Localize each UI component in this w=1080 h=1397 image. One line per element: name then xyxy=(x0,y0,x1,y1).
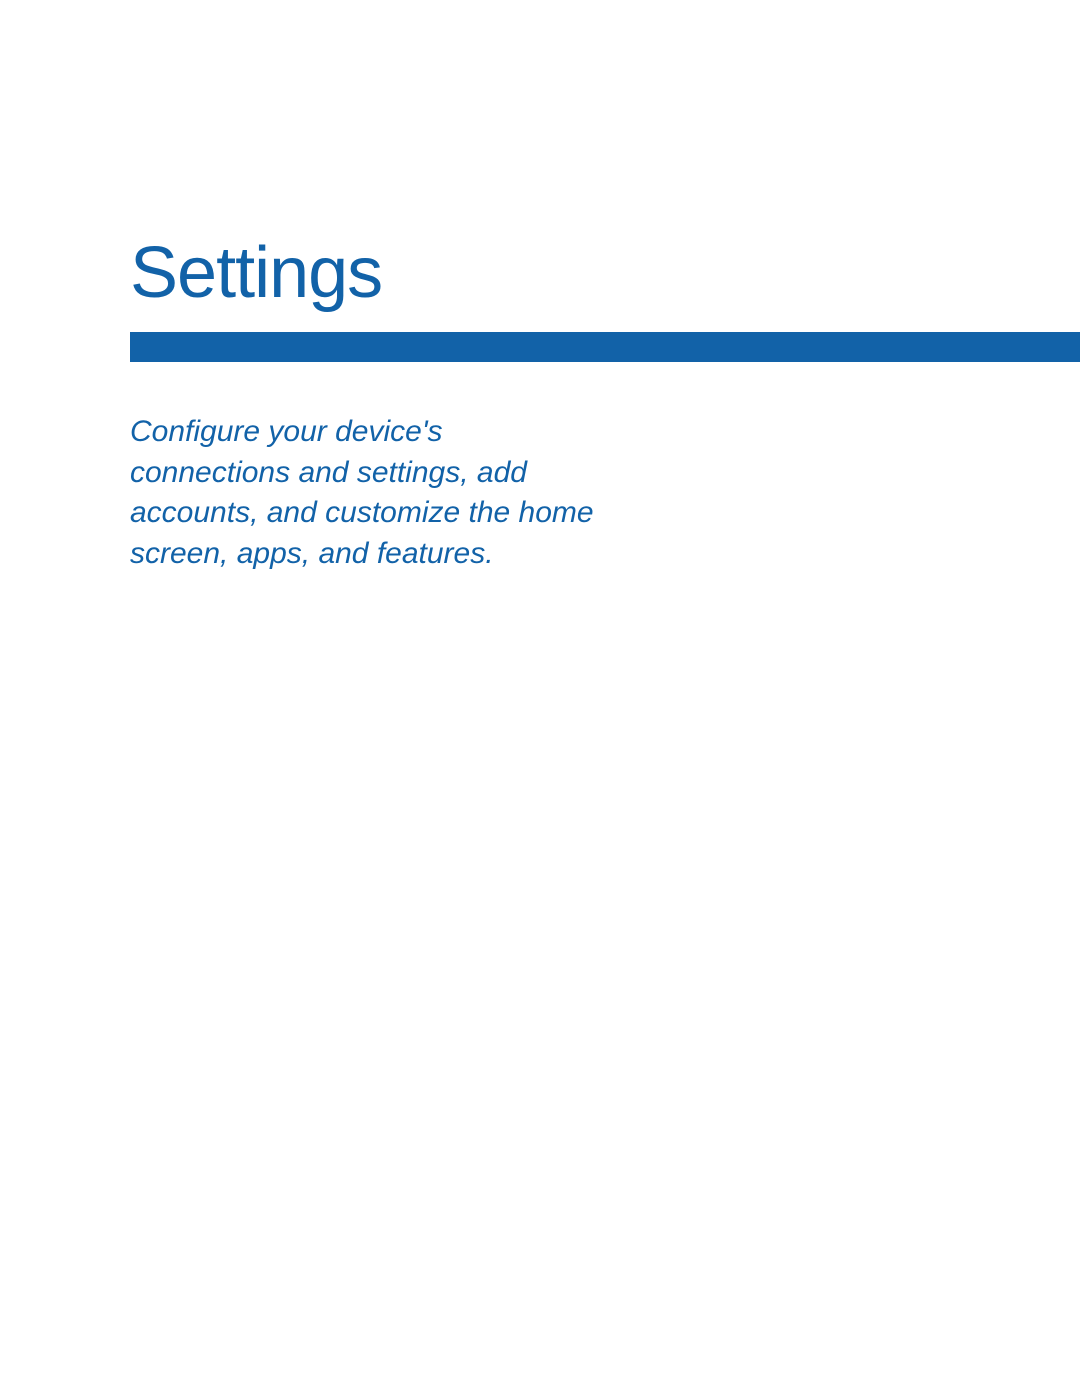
divider-bar xyxy=(130,332,1080,362)
page-description: Configure your device's connections and … xyxy=(130,412,600,574)
page-title: Settings xyxy=(130,232,382,314)
